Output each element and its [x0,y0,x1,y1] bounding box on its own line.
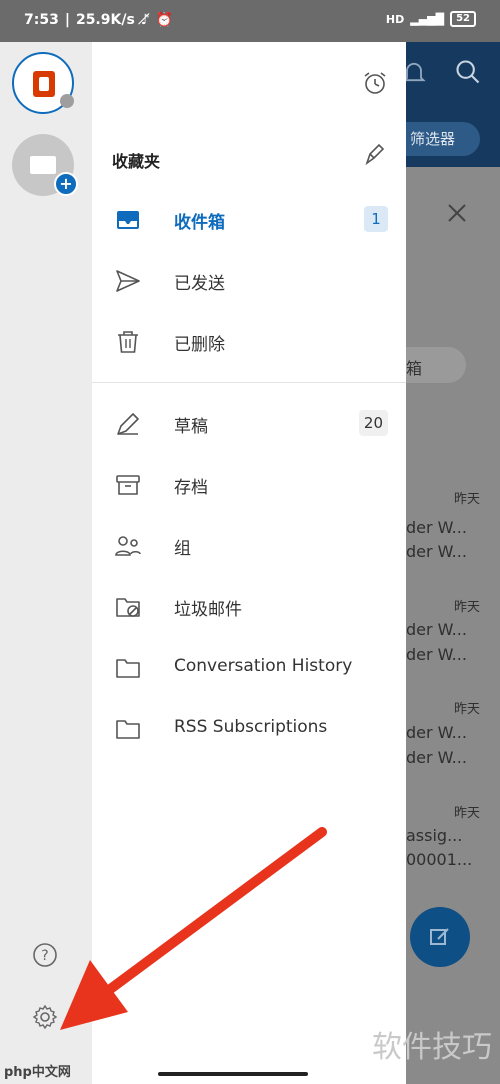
divider [92,382,406,383]
watermark-text: 软件技巧 [372,1030,492,1065]
add-account-icon[interactable]: + [54,172,78,196]
network-speed: 25.9K/s [75,12,135,28]
battery-indicator: 52 [450,11,476,27]
group-icon [115,536,141,556]
background-chip: 箱 [406,347,466,383]
mute-icon: ♪̸ [140,12,150,28]
count-badge: 20 [358,410,388,436]
signal-icon: ▂▄▆█ [410,12,445,26]
background-header: 筛选器 [406,42,500,167]
hd-icon: HD [385,12,405,26]
archive-icon [116,475,140,495]
folder-icon [116,720,140,739]
search-icon [456,60,480,84]
office-icon [33,71,55,97]
status-bar: 7:53 | 25.9K/s ♪̸ ⏰ HD ▂▄▆█ 52 [0,0,500,42]
status-dot [60,94,74,108]
folder-label: 收件箱 [174,213,225,233]
send-icon [116,270,140,292]
home-indicator[interactable] [158,1072,308,1076]
folder-label: 已删除 [174,335,225,355]
folder-archive[interactable]: 存档 [92,457,406,513]
folder-label: 已发送 [174,274,225,294]
folder-rss-subscriptions[interactable]: RSS Subscriptions [92,701,406,757]
folder-label: 存档 [174,478,208,498]
folder-icon [116,659,140,678]
status-time: 7:53 [24,12,59,28]
folder-drafts[interactable]: 草稿 20 [92,396,406,452]
inbox-icon [117,211,139,229]
folder-drawer: 收藏夹 收件箱 1 已发送 已删除 草稿 20 存档 组 垃圾邮件 Conver… [92,42,406,1084]
unread-badge: 1 [364,206,388,232]
folder-label: 草稿 [174,417,208,437]
compose-fab [410,907,470,967]
folder-label: RSS Subscriptions [174,717,328,737]
envelope-icon [30,156,56,174]
draft-icon [117,413,139,435]
background-mail-list: 筛选器 箱 昨天 der W... der W... 昨天 der W... d… [406,42,500,1084]
folder-junk[interactable]: 垃圾邮件 [92,579,406,635]
account-rail: + ? [0,42,92,1084]
folder-label: Conversation History [174,656,353,676]
edit-favorites-icon[interactable] [362,142,388,168]
folder-deleted[interactable]: 已删除 [92,314,406,370]
trash-icon [118,331,138,353]
filter-button: 筛选器 [406,122,480,156]
folder-groups[interactable]: 组 [92,518,406,574]
junk-folder-icon [116,598,140,617]
alarm-status-icon: ⏰ [155,12,174,28]
close-icon [448,204,466,222]
edit-icon [430,928,449,945]
settings-gear-icon[interactable] [32,1004,58,1030]
favorites-title: 收藏夹 [112,152,161,171]
folder-sent[interactable]: 已发送 [92,253,406,309]
folder-label: 垃圾邮件 [174,600,242,620]
help-icon[interactable]: ? [32,942,58,968]
folder-conversation-history[interactable]: Conversation History [92,640,406,696]
alarm-clock-icon[interactable] [362,70,388,96]
folder-label: 组 [174,539,191,559]
folder-inbox[interactable]: 收件箱 1 [92,192,406,248]
svg-text:?: ? [41,948,48,964]
bell-icon [406,62,426,82]
watermark-logo: php中文网 [4,1065,71,1080]
